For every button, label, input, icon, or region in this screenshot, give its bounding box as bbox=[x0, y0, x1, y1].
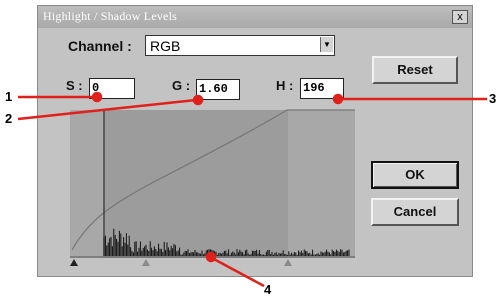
callout-label-3: 3 bbox=[489, 91, 497, 106]
callout-dot-4 bbox=[205, 251, 217, 263]
callout-lines bbox=[17, 91, 487, 288]
callout-label-4: 4 bbox=[264, 282, 272, 297]
callout-dot-1 bbox=[91, 91, 103, 103]
callout-label-2: 2 bbox=[5, 111, 13, 126]
callout-line-4 bbox=[211, 256, 265, 288]
callout-line-2 bbox=[17, 98, 197, 121]
callout-dot-3 bbox=[332, 93, 344, 105]
callout-dot-2 bbox=[192, 94, 204, 106]
callout-label-1: 1 bbox=[5, 89, 13, 104]
